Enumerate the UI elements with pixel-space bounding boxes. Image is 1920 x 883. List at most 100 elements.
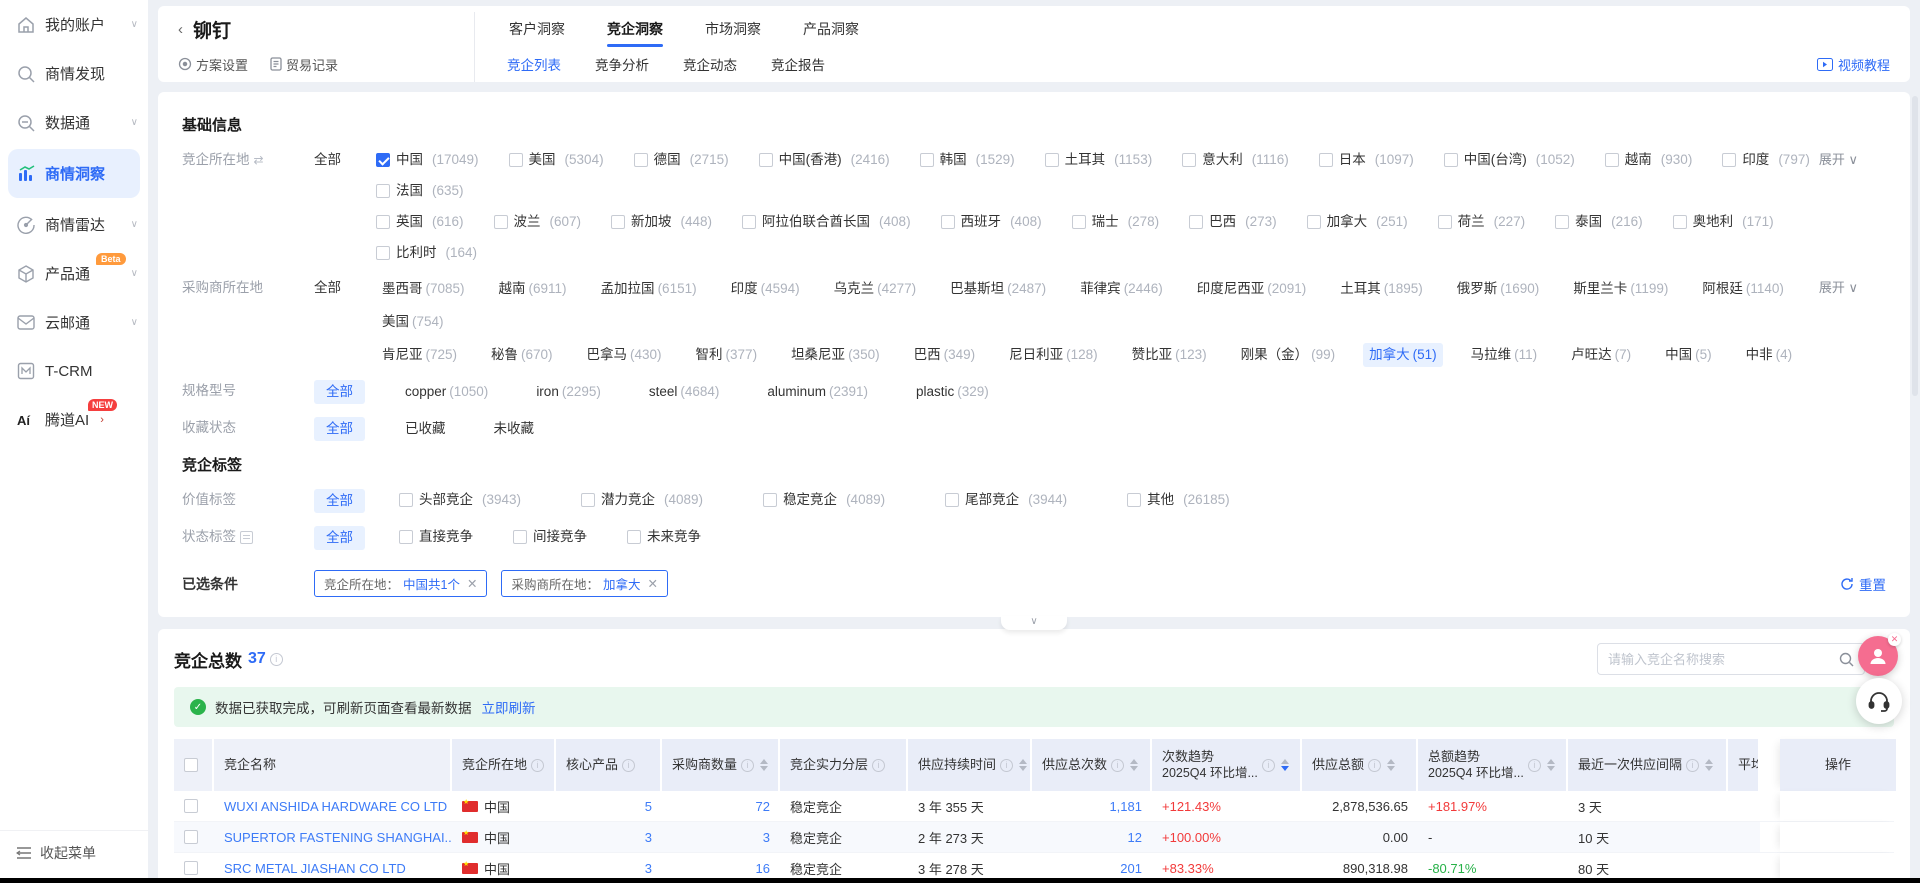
filter-option-荷兰[interactable]: 荷兰(227) xyxy=(1438,211,1526,233)
sidebar-item-腾道AI[interactable]: Aí腾道AINEW› xyxy=(0,395,148,444)
filter-option-潜力竞企[interactable]: 潜力竞企(4089) xyxy=(581,489,703,511)
filter-option-孟加拉国[interactable]: 孟加拉国(6151) xyxy=(595,277,703,301)
filter-option-阿根廷[interactable]: 阿根廷(1140) xyxy=(1696,277,1790,301)
checkbox[interactable] xyxy=(1444,153,1458,167)
buyers-count-cell[interactable]: 72 xyxy=(662,791,780,821)
info-icon[interactable]: i xyxy=(1000,759,1013,772)
filter-option-越南[interactable]: 越南(930) xyxy=(1605,149,1693,171)
collapse-menu-button[interactable]: 收起菜单 xyxy=(0,830,148,875)
filter-option-直接竞争[interactable]: 直接竞争 xyxy=(399,526,473,548)
all-option-chip[interactable]: 全部 xyxy=(314,380,365,404)
filter-option-阿拉伯联合酋长国[interactable]: 阿拉伯联合酋长国(408) xyxy=(742,211,911,233)
filter-option-美国[interactable]: 美国(5304) xyxy=(509,149,604,171)
search-input[interactable] xyxy=(1608,652,1839,667)
checkbox[interactable] xyxy=(759,153,773,167)
sidebar-item-商情发现[interactable]: 商情发现 xyxy=(0,49,148,98)
checkbox[interactable] xyxy=(611,215,625,229)
tab-产品洞察[interactable]: 产品洞察 xyxy=(801,13,861,45)
filter-option-印度[interactable]: 印度(4594) xyxy=(725,277,806,301)
status-tag-info-icon[interactable] xyxy=(240,531,253,544)
table-row[interactable]: SUPERTOR FASTENING SHANGHAI...中国33稳定竞企2 … xyxy=(174,822,1894,853)
filter-option-赞比亚[interactable]: 赞比亚(123) xyxy=(1126,343,1213,367)
table-row[interactable]: WUXI ANSHIDA HARDWARE CO LTD中国572稳定竞企3 年… xyxy=(174,791,1894,822)
company-name-link[interactable]: WUXI ANSHIDA HARDWARE CO LTD xyxy=(224,799,447,814)
checkbox[interactable] xyxy=(634,153,648,167)
filter-option-刚果（金）[interactable]: 刚果（金）(99) xyxy=(1235,343,1342,367)
page-scrollbar[interactable] xyxy=(1912,96,1918,396)
filter-option-稳定竞企[interactable]: 稳定竞企(4089) xyxy=(763,489,885,511)
checkbox[interactable] xyxy=(763,493,777,507)
sidebar-item-产品通[interactable]: 产品通Beta∨ xyxy=(0,249,148,298)
subtab-竞企报告[interactable]: 竞企报告 xyxy=(771,54,825,74)
filter-option-菲律宾[interactable]: 菲律宾(2446) xyxy=(1074,277,1169,301)
filter-option-间接竞争[interactable]: 间接竞争 xyxy=(513,526,587,548)
info-icon[interactable]: i xyxy=(1368,759,1381,772)
filter-option-泰国[interactable]: 泰国(216) xyxy=(1555,211,1643,233)
info-icon[interactable]: i xyxy=(1262,759,1275,772)
checkbox[interactable] xyxy=(627,530,641,544)
sort-icon[interactable] xyxy=(1019,759,1027,771)
checkbox[interactable] xyxy=(1127,493,1141,507)
filter-option-英国[interactable]: 英国(616) xyxy=(376,211,464,233)
filter-option-越南[interactable]: 越南(6911) xyxy=(493,277,573,301)
info-icon[interactable]: i xyxy=(741,759,754,772)
sort-icon[interactable] xyxy=(1387,759,1395,771)
filter-option-斯里兰卡[interactable]: 斯里兰卡(1199) xyxy=(1567,277,1674,301)
core-products-cell[interactable]: 5 xyxy=(556,791,662,821)
filter-option-其他[interactable]: 其他(26185) xyxy=(1127,489,1230,511)
select-all-checkbox[interactable] xyxy=(184,758,198,772)
checkbox[interactable] xyxy=(1319,153,1333,167)
info-icon[interactable]: i xyxy=(531,759,544,772)
actions-cell[interactable] xyxy=(1780,791,1898,821)
sidebar-item-T-CRM[interactable]: T-CRM xyxy=(0,347,148,395)
filter-option-瑞士[interactable]: 瑞士(278) xyxy=(1072,211,1160,233)
company-name-link[interactable]: SRC METAL JIASHAN CO LTD xyxy=(224,861,406,876)
checkbox[interactable] xyxy=(376,246,390,260)
checkbox[interactable] xyxy=(581,493,595,507)
back-icon[interactable]: ‹ xyxy=(178,21,183,38)
filter-option-马拉维[interactable]: 马拉维(11) xyxy=(1465,343,1544,367)
filter-option-新加坡[interactable]: 新加坡(448) xyxy=(611,211,712,233)
tool-方案设置[interactable]: 方案设置 xyxy=(178,55,248,74)
checkbox[interactable] xyxy=(399,530,413,544)
row-checkbox[interactable] xyxy=(184,861,198,875)
filter-option-未来竞争[interactable]: 未来竞争 xyxy=(627,526,701,548)
row-checkbox[interactable] xyxy=(184,799,198,813)
row-checkbox[interactable] xyxy=(184,830,198,844)
info-icon[interactable]: i xyxy=(622,759,635,772)
filter-option-iron[interactable]: iron(2295) xyxy=(530,380,607,404)
filter-option-奥地利[interactable]: 奥地利(171) xyxy=(1673,211,1774,233)
all-option[interactable]: 全部 xyxy=(314,149,376,171)
sort-icon[interactable] xyxy=(1130,759,1138,771)
expand-link[interactable]: 展开 ∨ xyxy=(1819,149,1858,171)
search-icon[interactable] xyxy=(1839,652,1854,667)
filter-option-波兰[interactable]: 波兰(607) xyxy=(494,211,582,233)
checkbox[interactable] xyxy=(1307,215,1321,229)
checkbox[interactable] xyxy=(376,184,390,198)
promo-float-button[interactable]: ✕ xyxy=(1858,636,1898,676)
all-option-chip[interactable]: 全部 xyxy=(314,526,365,550)
tool-贸易记录[interactable]: 贸易记录 xyxy=(270,55,338,74)
filter-option-巴拿马[interactable]: 巴拿马(430) xyxy=(581,343,668,367)
filter-option-加拿大[interactable]: 加拿大(251) xyxy=(1307,211,1408,233)
checkbox[interactable] xyxy=(945,493,959,507)
filter-option-肯尼亚[interactable]: 肯尼亚(725) xyxy=(376,343,463,367)
checkbox[interactable] xyxy=(1722,153,1736,167)
sort-icon[interactable] xyxy=(1547,759,1555,771)
sort-icon[interactable] xyxy=(1281,759,1289,771)
filter-option-西班牙[interactable]: 西班牙(408) xyxy=(941,211,1042,233)
checkbox[interactable] xyxy=(1673,215,1687,229)
checkbox[interactable] xyxy=(494,215,508,229)
filter-option-土耳其[interactable]: 土耳其(1895) xyxy=(1334,277,1429,301)
filter-option-韩国[interactable]: 韩国(1529) xyxy=(920,149,1015,171)
info-icon[interactable]: i xyxy=(872,759,885,772)
checkbox[interactable] xyxy=(1045,153,1059,167)
filter-option-土耳其[interactable]: 土耳其(1153) xyxy=(1045,149,1153,171)
company-name-link[interactable]: SUPERTOR FASTENING SHANGHAI... xyxy=(224,830,452,845)
all-option-chip[interactable]: 全部 xyxy=(314,489,365,513)
collapse-filter-tab[interactable]: ∨ xyxy=(1001,616,1067,630)
promo-close-icon[interactable]: ✕ xyxy=(1888,633,1901,646)
filter-option-卢旺达[interactable]: 卢旺达(7) xyxy=(1565,343,1637,367)
checkbox[interactable] xyxy=(920,153,934,167)
tab-竞企洞察[interactable]: 竞企洞察 xyxy=(605,13,665,45)
